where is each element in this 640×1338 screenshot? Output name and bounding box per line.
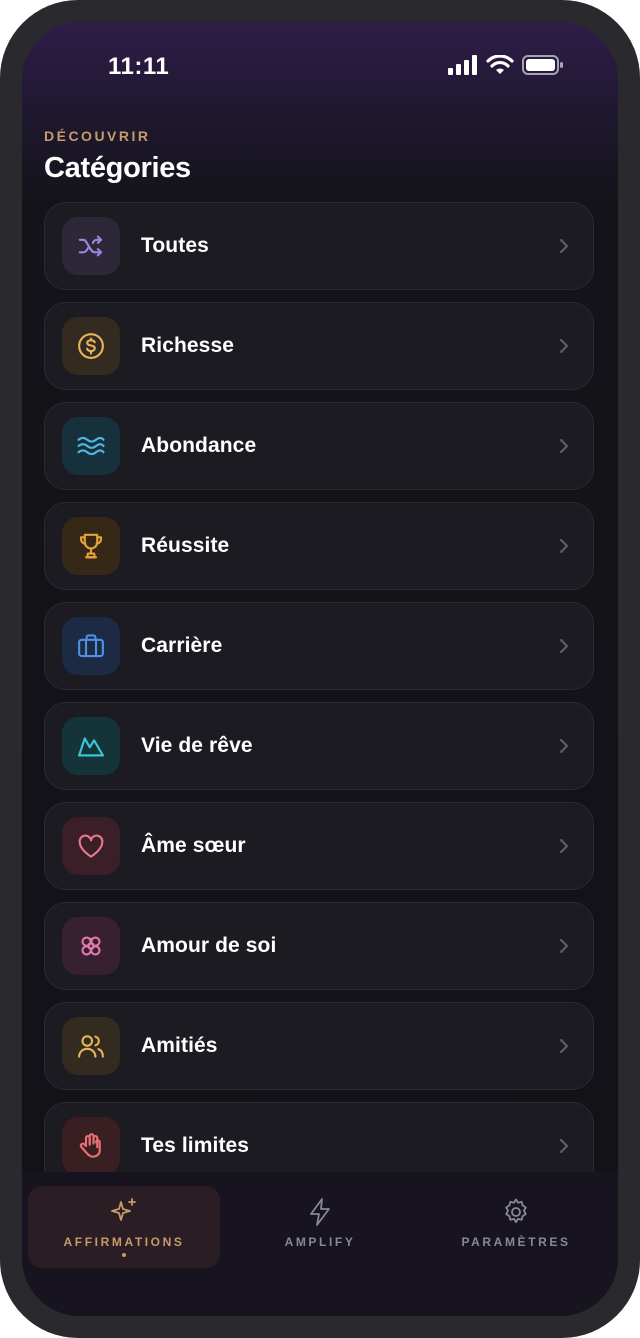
category-label: Amitiés (141, 1034, 218, 1057)
chevron-right-icon (559, 338, 569, 354)
category-icon-tile (62, 417, 120, 475)
briefcase-icon (78, 634, 104, 658)
chevron-right-icon (559, 938, 569, 954)
category-icon-tile (62, 317, 120, 375)
status-icons (448, 55, 564, 75)
category-row-amities[interactable]: Amitiés (44, 1002, 594, 1090)
status-bar: 11:11 (22, 22, 618, 112)
tab-parametres[interactable]: PARAMÈTRES (420, 1186, 612, 1268)
category-icon-tile (62, 817, 120, 875)
dollar-coin-icon (78, 333, 104, 359)
tab-label: AMPLIFY (284, 1235, 356, 1249)
battery-icon (522, 55, 563, 75)
category-row-ame-soeur[interactable]: Âme sœur (44, 802, 594, 890)
wifi-icon (486, 55, 514, 74)
page-title: Catégories (44, 152, 191, 184)
section-eyebrow: DÉCOUVRIR (44, 128, 151, 144)
category-row-amour-de-soi[interactable]: Amour de soi (44, 902, 594, 990)
category-list[interactable]: Toutes Richesse Abondance Réussite Carri… (44, 202, 596, 1172)
category-label: Abondance (141, 434, 257, 457)
tab-bar: AFFIRMATIONS AMPLIFY PARAMÈTRES (22, 1172, 618, 1316)
active-indicator-dot (122, 1253, 126, 1257)
gear-icon (505, 1198, 527, 1223)
chevron-right-icon (559, 438, 569, 454)
chevron-right-icon (559, 738, 569, 754)
tab-affirmations[interactable]: AFFIRMATIONS (28, 1186, 220, 1268)
category-row-toutes[interactable]: Toutes (44, 202, 594, 290)
chevron-right-icon (559, 1038, 569, 1054)
waves-icon (77, 436, 105, 456)
page-header: DÉCOUVRIR Catégories (44, 128, 191, 185)
category-row-tes-limites[interactable]: Tes limites (44, 1102, 594, 1172)
lightning-icon (310, 1198, 330, 1226)
category-icon-tile (62, 717, 120, 775)
tab-amplify[interactable]: AMPLIFY (224, 1186, 416, 1268)
heart-icon (78, 834, 104, 858)
trophy-icon (79, 533, 103, 559)
category-row-reussite[interactable]: Réussite (44, 502, 594, 590)
category-icon-tile (62, 1017, 120, 1075)
category-label: Toutes (141, 234, 209, 257)
tab-label: AFFIRMATIONS (63, 1235, 185, 1249)
category-row-vie-de-reve[interactable]: Vie de rêve (44, 702, 594, 790)
category-row-richesse[interactable]: Richesse (44, 302, 594, 390)
chevron-right-icon (559, 538, 569, 554)
cellular-signal-icon (448, 55, 477, 75)
category-label: Réussite (141, 534, 230, 557)
chevron-right-icon (559, 638, 569, 654)
category-label: Richesse (141, 334, 235, 357)
category-icon-tile (62, 917, 120, 975)
category-row-abondance[interactable]: Abondance (44, 402, 594, 490)
category-icon-tile (62, 617, 120, 675)
chevron-right-icon (559, 1138, 569, 1154)
chevron-right-icon (559, 238, 569, 254)
category-label: Tes limites (141, 1134, 250, 1157)
tab-label: PARAMÈTRES (461, 1235, 571, 1249)
chevron-right-icon (559, 838, 569, 854)
status-time: 11:11 (108, 53, 170, 80)
category-label: Âme sœur (141, 834, 246, 857)
category-row-carriere[interactable]: Carrière (44, 602, 594, 690)
sparkles-icon (111, 1198, 136, 1221)
app-screen: 11:11 DÉCOUVRIR Catégories Toutes Riches… (22, 22, 618, 1316)
mountain-icon (78, 737, 104, 757)
category-label: Carrière (141, 634, 223, 657)
phone-frame: 11:11 DÉCOUVRIR Catégories Toutes Riches… (0, 0, 640, 1338)
people-icon (78, 1035, 104, 1058)
category-label: Amour de soi (141, 934, 277, 957)
category-label: Vie de rêve (141, 734, 253, 757)
flower-icon (81, 936, 101, 956)
category-icon-tile (62, 517, 120, 575)
category-icon-tile (62, 1117, 120, 1172)
hand-icon (79, 1133, 101, 1158)
category-icon-tile (62, 217, 120, 275)
shuffle-icon (78, 235, 103, 257)
